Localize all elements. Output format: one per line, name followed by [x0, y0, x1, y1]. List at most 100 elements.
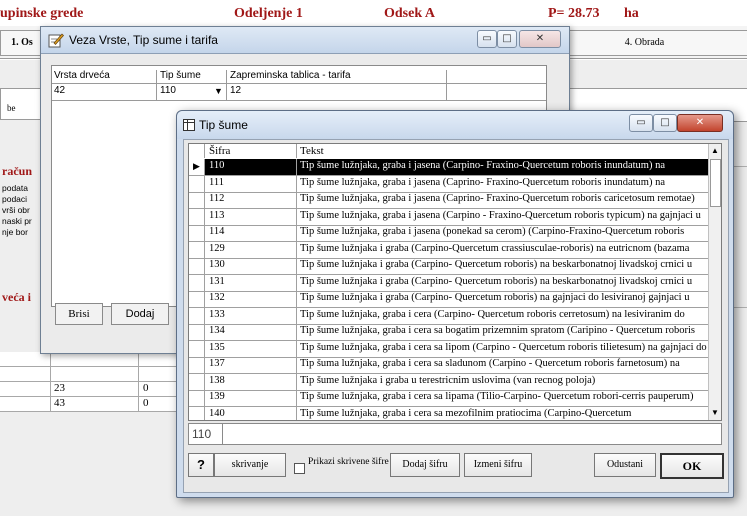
vertical-scrollbar[interactable]: ▲ ▼: [708, 144, 721, 420]
cell-vrsta[interactable]: 42: [54, 85, 65, 96]
chevron-down-icon[interactable]: ▼: [214, 86, 223, 96]
header-department: Odeljenje 1: [234, 6, 303, 21]
cell-sifra: 138: [209, 374, 225, 386]
izmeni-sifru-button[interactable]: Izmeni šifru: [464, 453, 532, 477]
current-row-indicator-icon[interactable]: ▶: [189, 159, 205, 175]
scroll-thumb[interactable]: [710, 159, 721, 207]
cell-sifra: 114: [209, 226, 225, 237]
tab-4-obrada[interactable]: 4. Obrada: [540, 30, 747, 56]
text-display-field[interactable]: [222, 423, 722, 445]
show-hidden-checkbox[interactable]: [294, 463, 305, 474]
cell-tekst: Tip šume lužnjaka, graba i jasena (Carpi…: [300, 209, 701, 221]
dodaj-button[interactable]: Dodaj: [111, 303, 169, 325]
cell-tarifa[interactable]: 12: [230, 85, 241, 96]
cell-sifra: 131: [209, 275, 225, 287]
row-selector[interactable]: [189, 225, 205, 241]
row-selector[interactable]: [189, 357, 205, 373]
table-row[interactable]: 134 Tip šume lužnjaka, graba i cera sa bo…: [189, 324, 709, 341]
row-selector[interactable]: [189, 406, 205, 420]
odustani-button[interactable]: Odustani: [594, 453, 656, 477]
cell: 0: [143, 382, 149, 394]
row-selector[interactable]: [189, 390, 205, 406]
row-selector[interactable]: [189, 324, 205, 340]
header-area: P= 28.73: [548, 6, 600, 21]
table-row[interactable]: [0, 352, 195, 367]
brisi-button[interactable]: Brisi: [55, 303, 103, 325]
close-button[interactable]: ✕: [519, 30, 561, 48]
table-row[interactable]: ▶ 110 Tip šume lužnjaka, graba i jasena (C…: [189, 159, 709, 176]
row-selector[interactable]: [189, 192, 205, 208]
table-row[interactable]: 133 Tip šume lužnjaka, graba i cera (Carp…: [189, 307, 709, 325]
tip-sume-table: Šifra Tekst ▶ 110 Tip šume lužnjaka, graba…: [188, 143, 722, 421]
dodaj-sifru-button[interactable]: Dodaj šifru: [390, 453, 460, 477]
table-row[interactable]: 137 Tip šuma lužnjaka, graba i cera sa sl…: [189, 357, 709, 374]
row-selector[interactable]: [189, 175, 205, 192]
cell-tekst: Tip šume lužnjaka, graba i jasena (Carpi…: [300, 160, 665, 171]
cell-tekst: Tip šume lužnjaka, graba i cera sa bogat…: [300, 325, 696, 336]
close-button[interactable]: ✕: [677, 114, 723, 132]
cell-tekst: Tip šume lužnjaka, graba i jasena (Capri…: [300, 176, 665, 188]
minimize-button[interactable]: ▭: [477, 30, 497, 48]
table-row[interactable]: 129 Tip šume lužnjaka i graba (Carpino-Qu…: [189, 241, 709, 259]
minimize-button[interactable]: ▭: [629, 114, 653, 132]
row-selector[interactable]: [189, 373, 205, 390]
cell: 43: [54, 397, 65, 409]
row-selector[interactable]: [189, 241, 205, 258]
cell: 23: [54, 382, 65, 394]
show-hidden-label: Prikazi skrivene šifre: [308, 457, 389, 467]
table-row[interactable]: 43 0: [0, 397, 195, 412]
table-row[interactable]: 23 0: [0, 382, 195, 397]
maximize-button[interactable]: □: [653, 114, 677, 132]
table-row[interactable]: 131 Tip šume lužnjaka i graba (Carpino- Q…: [189, 274, 709, 292]
cell-tekst: Tip šume lužnjaka, graba i cera (Carpino…: [300, 308, 685, 320]
table-row[interactable]: 42 110 12: [52, 83, 546, 101]
row-selector[interactable]: [189, 274, 205, 291]
table-row[interactable]: 139 Tip šume lužnjaka, graba i cera sa li…: [189, 390, 709, 407]
cell-sifra: 111: [209, 176, 224, 188]
window-title: Veza Vrste, Tip sume i tarifa: [69, 33, 218, 47]
maximize-button[interactable]: □: [497, 30, 517, 48]
help-button[interactable]: ?: [188, 453, 214, 477]
table-row[interactable]: 130 Tip šume lužnjaka i graba (Carpino- Q…: [189, 258, 709, 275]
row-selector[interactable]: [189, 291, 205, 307]
window-titlebar[interactable]: Tip šume ▭ □ ✕: [177, 111, 733, 139]
scroll-down-icon[interactable]: ▼: [709, 406, 721, 420]
table-row[interactable]: 113 Tip šume lužnjaka, graba i jasena (Ca…: [189, 208, 709, 226]
tip-sume-combo[interactable]: 110: [160, 85, 176, 96]
tip-sume-window: Tip šume ▭ □ ✕ Šifra Tekst ▶ 110 Tip šume …: [176, 110, 734, 498]
cell-sifra: 133: [209, 308, 225, 320]
ok-button[interactable]: OK: [660, 453, 724, 479]
cell-tekst: Tip šume lužnjaka i graba u terestricnim…: [300, 374, 596, 386]
table-row[interactable]: 111 Tip šume lužnjaka, graba i jasena (Ca…: [189, 175, 709, 193]
cell-sifra: 129: [209, 242, 225, 254]
header-area-unit: ha: [624, 6, 639, 21]
table-row[interactable]: 135 Tip šume lužnjaka, graba i cera sa li…: [189, 340, 709, 358]
table-row[interactable]: 132 Tip šume lužnjaka i graba (Carpino- Q…: [189, 291, 709, 308]
cell: 0: [143, 397, 149, 409]
row-selector[interactable]: [189, 258, 205, 274]
window-titlebar[interactable]: Veza Vrste, Tip sume i tarifa ▭ □ ✕: [41, 27, 569, 54]
cell-tekst: Tip šume lužnjaka, graba i jasena (ponek…: [300, 226, 685, 237]
table-row[interactable]: [0, 367, 195, 382]
cell-sifra: 113: [209, 209, 225, 221]
window-title: Tip šume: [199, 118, 248, 132]
table-row[interactable]: 114 Tip šume lužnjaka, graba i jasena (po…: [189, 225, 709, 242]
row-selector[interactable]: [189, 307, 205, 324]
cell-sifra: 140: [209, 407, 225, 419]
button-row: ? skrivanje Prikazi skrivene šifre Dodaj…: [184, 453, 728, 487]
scroll-up-icon[interactable]: ▲: [709, 144, 721, 158]
grid-header: Vrsta drveća Tip šume Zapreminska tablic…: [52, 70, 546, 83]
table-row[interactable]: 112 Tip šume lužnjaka, graba i jasena (Ca…: [189, 192, 709, 209]
col-vrsta-drveca: Vrsta drveća: [54, 70, 110, 81]
row-selector[interactable]: [189, 208, 205, 225]
cell-tekst: Tip šume lužnjaka i graba (Carpino-Querc…: [300, 242, 690, 254]
cell-sifra: 132: [209, 292, 225, 303]
table-row[interactable]: 138 Tip šume lužnjaka i graba u terestric…: [189, 373, 709, 391]
tab-1[interactable]: 1. Os: [0, 30, 44, 56]
edit-form-icon: [48, 33, 64, 48]
skrivanje-button[interactable]: skrivanje: [214, 453, 286, 477]
cell-sifra: 139: [209, 391, 225, 402]
cell-sifra: 130: [209, 259, 225, 270]
row-selector[interactable]: [189, 340, 205, 357]
table-row[interactable]: 140 Tip šume lužnjaka, graba i cera sa me…: [189, 406, 709, 420]
